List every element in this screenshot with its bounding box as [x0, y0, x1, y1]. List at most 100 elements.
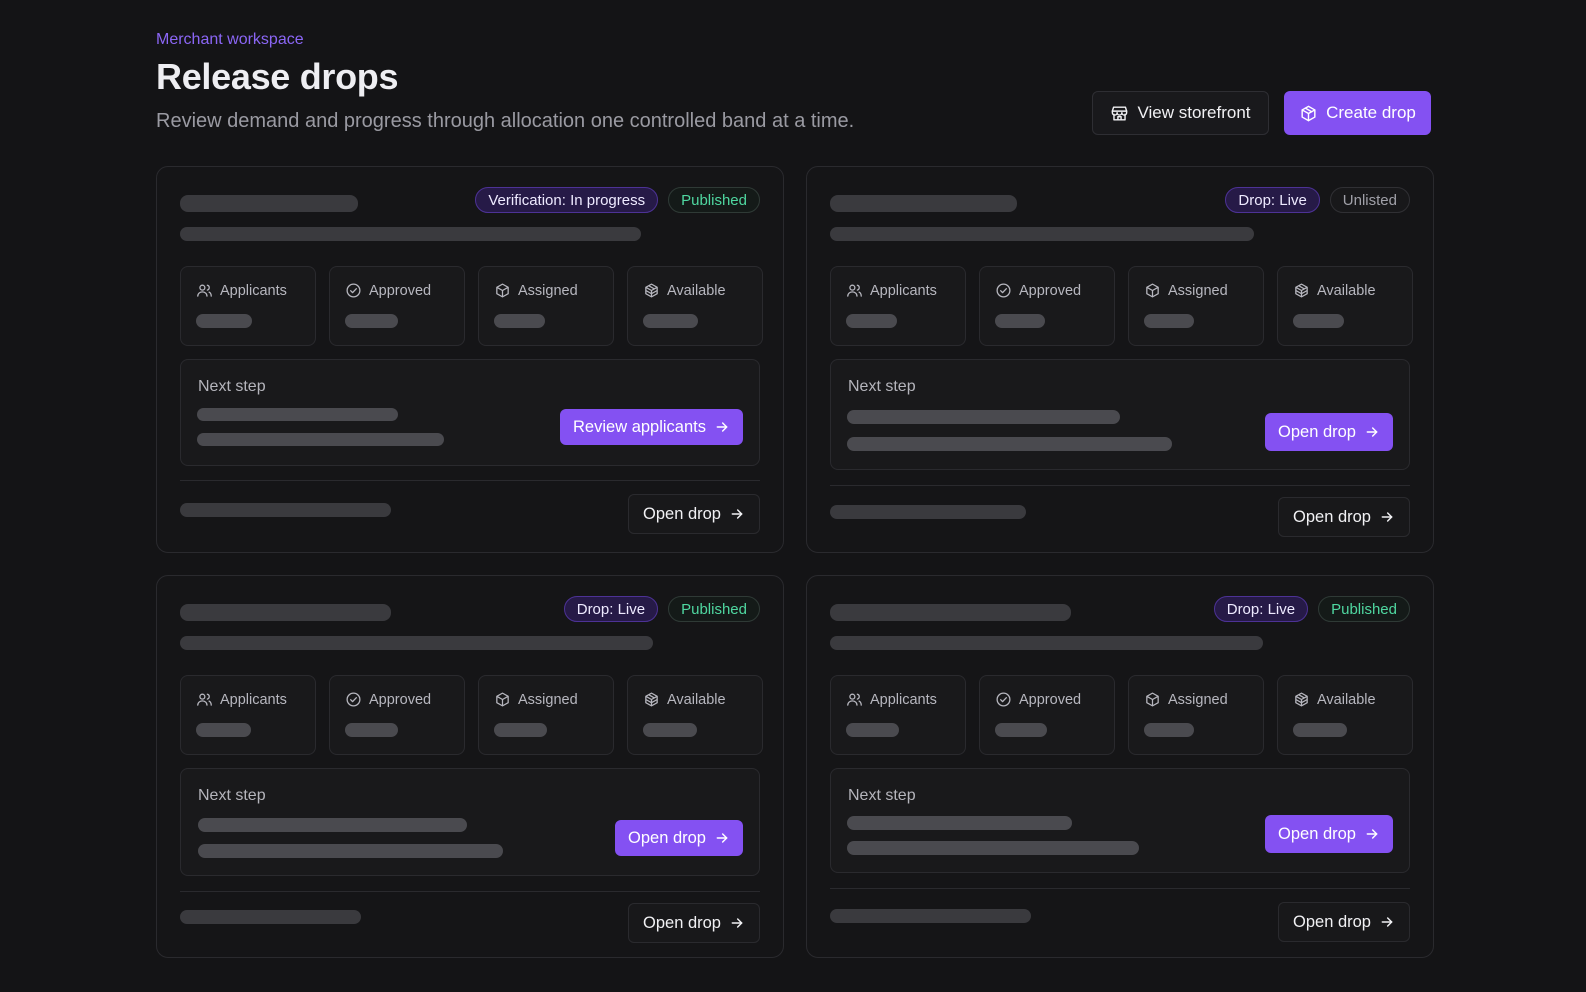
page-title: Release drops [156, 56, 399, 97]
footer-action-label: Open drop [643, 913, 721, 932]
next-step-panel: Next step Open drop [180, 768, 760, 876]
stat-value-skeleton [196, 723, 251, 737]
package-plus-icon [1299, 104, 1318, 123]
stat-applicants: Applicants [830, 675, 966, 755]
stat-approved: Approved [979, 266, 1115, 346]
next-step-panel: Next step Review applicants [180, 359, 760, 466]
open-drop-button[interactable]: Open drop [1278, 902, 1410, 942]
drop-subtitle-skeleton [830, 636, 1263, 650]
next-step-skeleton [847, 410, 1120, 424]
footer-skeleton [830, 505, 1026, 519]
next-step-skeleton [198, 844, 503, 858]
footer-action-label: Open drop [1293, 912, 1371, 931]
stat-value-skeleton [995, 314, 1045, 328]
stat-value-skeleton [345, 723, 398, 737]
stat-label: Available [1317, 282, 1376, 299]
visibility-badge: Unlisted [1329, 187, 1410, 213]
next-step-label: Next step [198, 787, 266, 804]
footer-skeleton [180, 503, 391, 517]
card-divider [180, 891, 760, 892]
next-action-label: Open drop [1278, 824, 1356, 843]
open-drop-button[interactable]: Open drop [628, 903, 760, 943]
stat-value-skeleton [1144, 723, 1194, 737]
next-action-label: Open drop [1278, 422, 1356, 441]
next-step-skeleton [847, 841, 1139, 855]
stat-assigned: Assigned [1128, 266, 1264, 346]
stat-label: Assigned [1168, 691, 1228, 708]
next-step-label: Next step [848, 787, 916, 804]
stat-value-skeleton [345, 314, 398, 328]
drop-subtitle-skeleton [830, 227, 1254, 241]
check-circle-icon [995, 282, 1012, 299]
open-drop-button[interactable]: Open drop [628, 494, 760, 534]
open-drop-primary-button[interactable]: Open drop [1265, 413, 1393, 451]
stat-label: Available [667, 282, 726, 299]
stat-available: Available [627, 266, 763, 346]
stat-value-skeleton [494, 314, 545, 328]
next-step-label: Next step [848, 378, 916, 395]
next-action-label: Review applicants [573, 417, 706, 436]
status-badge: Drop: Live [563, 596, 659, 622]
stat-applicants: Applicants [180, 266, 316, 346]
stat-value-skeleton [846, 314, 897, 328]
status-badge: Drop: Live [1213, 596, 1309, 622]
workspace-label: Merchant workspace [156, 31, 304, 48]
stat-value-skeleton [1293, 723, 1347, 737]
next-step-skeleton [197, 433, 444, 446]
next-step-skeleton [198, 818, 467, 832]
review-applicants-button[interactable]: Review applicants [560, 409, 743, 445]
package-icon [643, 282, 660, 299]
stat-label: Applicants [220, 282, 287, 299]
drop-card: Drop: Live Published Applicants Approved [806, 575, 1434, 958]
package-icon [1293, 282, 1310, 299]
users-icon [846, 691, 863, 708]
users-icon [196, 691, 213, 708]
stat-value-skeleton [643, 314, 698, 328]
stat-label: Assigned [518, 282, 578, 299]
stat-value-skeleton [846, 723, 899, 737]
next-action-label: Open drop [628, 828, 706, 847]
open-drop-button[interactable]: Open drop [1278, 497, 1410, 537]
stat-approved: Approved [329, 266, 465, 346]
stat-label: Approved [369, 691, 432, 708]
next-step-skeleton [847, 437, 1172, 451]
arrow-right-icon [1364, 424, 1380, 440]
drop-card: Drop: Live Published Applicants Approved [156, 575, 784, 958]
stat-available: Available [1277, 675, 1413, 755]
drop-subtitle-skeleton [180, 636, 653, 650]
open-drop-primary-button[interactable]: Open drop [1265, 815, 1393, 853]
stat-label: Available [1317, 691, 1376, 708]
visibility-badge: Published [1318, 596, 1410, 622]
next-step-skeleton [847, 816, 1072, 830]
next-step-skeleton [197, 408, 398, 421]
box-icon [1144, 282, 1161, 299]
card-divider [830, 888, 1410, 889]
drop-title-skeleton [830, 604, 1071, 621]
stat-available: Available [1277, 266, 1413, 346]
users-icon [196, 282, 213, 299]
card-divider [180, 480, 760, 481]
box-icon [494, 282, 511, 299]
stat-value-skeleton [196, 314, 252, 328]
drop-subtitle-skeleton [180, 227, 641, 241]
next-step-panel: Next step Open drop [830, 359, 1410, 470]
create-drop-button[interactable]: Create drop [1284, 91, 1431, 135]
stat-label: Approved [369, 282, 432, 299]
drop-card: Drop: Live Unlisted Applicants Approved [806, 166, 1434, 553]
footer-skeleton [180, 910, 361, 924]
stat-label: Approved [1019, 691, 1082, 708]
stat-value-skeleton [1144, 314, 1194, 328]
arrow-right-icon [714, 419, 730, 435]
view-storefront-button[interactable]: View storefront [1092, 91, 1269, 135]
drop-card: Verification: In progress Published Appl… [156, 166, 784, 553]
stat-label: Assigned [1168, 282, 1228, 299]
status-badge: Drop: Live [1225, 187, 1320, 213]
status-badge: Verification: In progress [475, 187, 659, 213]
arrow-right-icon [1379, 914, 1395, 930]
stat-value-skeleton [995, 723, 1047, 737]
stat-approved: Approved [979, 675, 1115, 755]
open-drop-primary-button[interactable]: Open drop [615, 820, 743, 856]
stat-assigned: Assigned [1128, 675, 1264, 755]
check-circle-icon [345, 282, 362, 299]
stat-label: Available [667, 691, 726, 708]
